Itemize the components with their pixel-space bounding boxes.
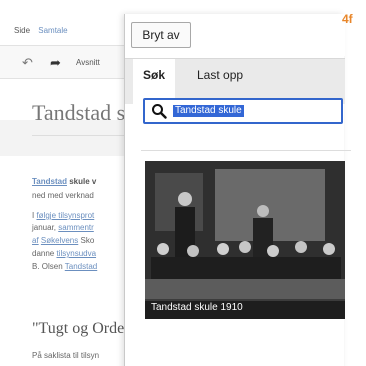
search-results: Tandstad skule 1910 [141,150,351,330]
paragraph-line: af Søkelvens Sko [32,235,94,246]
paragraph-format-dropdown[interactable]: Avsnitt [76,58,100,67]
result-thumbnail[interactable]: Tandstad skule 1910 [145,161,345,319]
paragraph-line: B. Olsen Tandstad [32,261,97,272]
result-caption: Tandstad skule 1910 [145,299,345,319]
link[interactable]: af [32,236,39,245]
link[interactable]: tilsynsudva [56,249,96,258]
paragraph-line: danne tilsynsudva [32,248,96,259]
search-input-value: Tandstad skule [173,105,244,117]
link[interactable]: Søkelvens [41,236,78,245]
text: danne [32,249,57,258]
dialog-header: Bryt av [125,14,345,56]
link[interactable]: tilsynsprot [56,211,94,220]
redo-icon[interactable]: ➦ [50,55,61,71]
result-caption-text: Tandstad skule 1910 [151,302,243,313]
step-label: 4f [342,12,353,26]
search-icon [152,104,167,119]
paragraph-line: Tandstad skule v [32,176,96,187]
page-tabs: Side Samtale [14,26,74,35]
media-dialog: Bryt av Søk Last opp Tandstad skule Tand… [124,14,351,366]
text: Sko [78,236,95,245]
tab-talk[interactable]: Samtale [38,26,67,35]
link[interactable]: Tandstad [32,177,67,186]
class-photo-image [145,161,345,319]
text: januar, [32,223,59,232]
undo-icon[interactable]: ↶ [22,55,33,71]
paragraph-line: januar, sammentr [32,222,94,233]
paragraph-line: På saklista til tilsyn [32,351,100,360]
link[interactable]: følgje [36,211,56,220]
link[interactable]: Tandstad [65,262,97,271]
link[interactable]: sammentr [58,223,94,232]
search-input[interactable]: Tandstad skule [143,98,343,124]
paragraph-line: I følgje tilsynsprot [32,210,94,221]
tab-page[interactable]: Side [14,26,30,35]
section-heading: "Tugt og Orden" [32,320,139,337]
text: B. Olsen [32,262,65,271]
text: skule v [66,177,97,186]
cancel-button[interactable]: Bryt av [131,22,191,48]
paragraph-line: ned med verknad [32,191,94,200]
